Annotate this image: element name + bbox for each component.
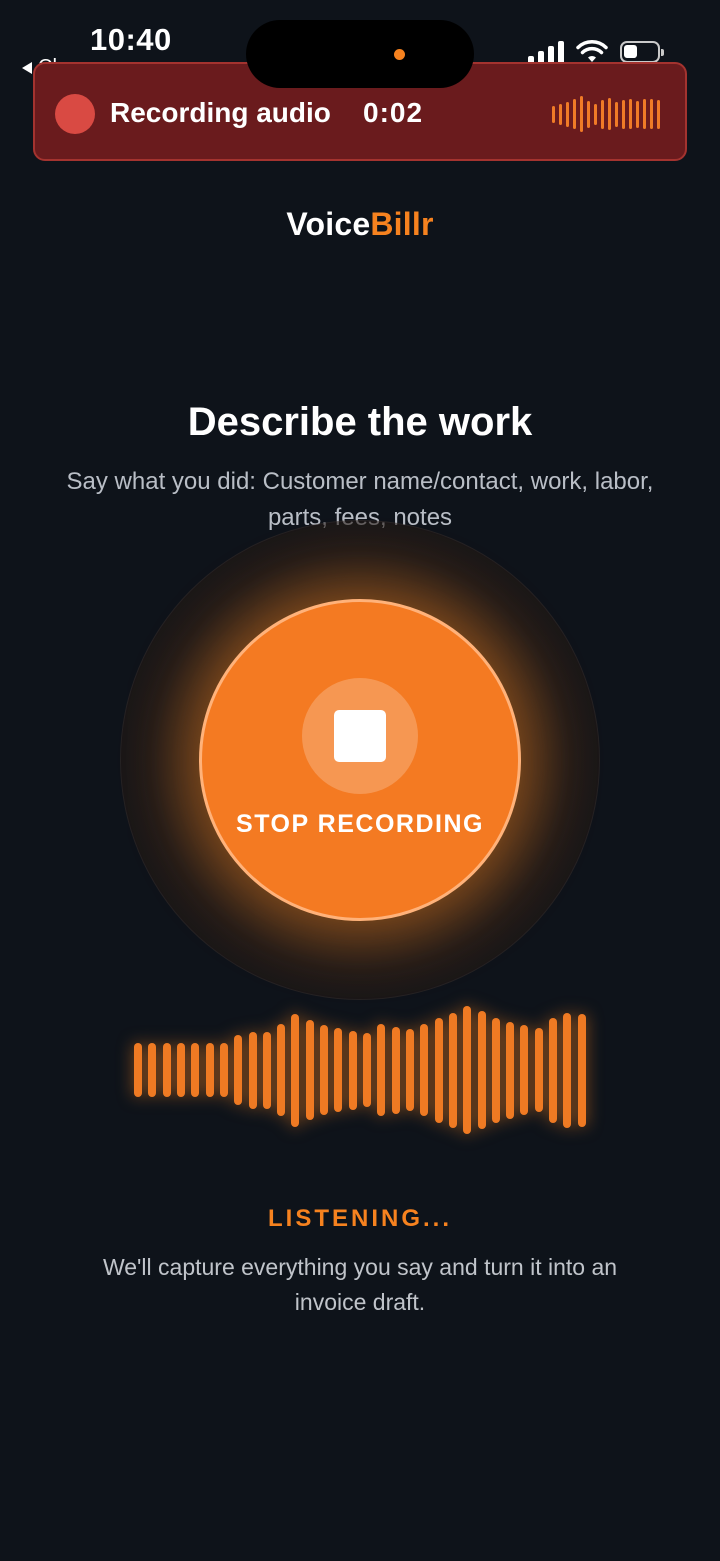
waveform-bar (477, 1011, 486, 1129)
dynamic-island (246, 20, 474, 88)
stop-recording-button[interactable]: STOP RECORDING (199, 599, 521, 921)
banner-waveform-bar (615, 101, 618, 127)
waveform-bar (434, 1017, 443, 1123)
waveform-bar (563, 1012, 572, 1128)
banner-waveform-bar (629, 99, 632, 129)
stop-recording-label: STOP RECORDING (236, 810, 484, 838)
waveform-bar (219, 1043, 228, 1097)
audio-waveform (134, 1000, 586, 1140)
waveform-bar (205, 1043, 214, 1097)
banner-waveform-bar (580, 96, 583, 132)
recording-label: Recording audio (110, 97, 331, 128)
status-icons (528, 40, 664, 64)
waveform-bar (363, 1033, 371, 1107)
waveform-bar (320, 1025, 329, 1115)
waveform-bar (277, 1024, 286, 1116)
waveform-bar (334, 1028, 343, 1112)
waveform-bar (348, 1030, 357, 1110)
waveform-bar (291, 1013, 300, 1127)
banner-waveform-bar (573, 99, 576, 129)
waveform-bar (148, 1043, 157, 1097)
banner-waveform-bar (608, 98, 611, 130)
battery-icon (620, 41, 664, 63)
waveform-bar (549, 1017, 558, 1123)
banner-waveform-bar (657, 99, 660, 129)
waveform-bar (248, 1031, 257, 1109)
brand-billr: Billr (370, 206, 434, 242)
waveform-bar (234, 1035, 243, 1105)
waveform-bar (577, 1013, 586, 1127)
banner-waveform-bar (566, 101, 569, 127)
waveform-bar (262, 1031, 271, 1109)
banner-waveform-bar (601, 99, 604, 129)
waveform-bar (162, 1043, 171, 1097)
listening-status: LISTENING... (267, 1205, 452, 1232)
stop-icon (334, 710, 386, 762)
page-title: Describe the work (187, 400, 533, 444)
back-arrow-icon (22, 61, 32, 74)
banner-waveform-bar (643, 99, 646, 129)
banner-waveform-bar (636, 100, 639, 128)
mic-active-indicator (394, 49, 405, 60)
waveform-bar (506, 1021, 515, 1119)
brand-logo: VoiceBillr (0, 206, 720, 243)
screen: 10:40 Chrome Recording audio 0:02 VoiceB… (0, 0, 720, 1561)
status-time: 10:40 (90, 22, 172, 57)
brand-voice: Voice (286, 206, 371, 242)
banner-waveform-bar (559, 103, 562, 125)
waveform-bar (420, 1024, 429, 1116)
waveform-bar (176, 1043, 185, 1097)
waveform-bar (134, 1043, 142, 1097)
waveform-bar (448, 1012, 457, 1128)
banner-waveform-bar (622, 99, 625, 129)
waveform-bar (491, 1017, 500, 1123)
capture-description: We'll capture everything you say and tur… (102, 1254, 618, 1315)
waveform-bar (520, 1025, 529, 1115)
waveform-bar (391, 1026, 400, 1114)
banner-waveform-bar (552, 105, 555, 123)
banner-waveform-bar (650, 99, 653, 129)
cellular-signal-icon (528, 40, 564, 64)
banner-waveform-bar (587, 100, 590, 128)
waveform-bar (405, 1029, 414, 1111)
banner-waveform-icon (552, 94, 660, 134)
stop-icon-container (302, 678, 418, 794)
waveform-bar (463, 1006, 472, 1134)
waveform-bar (377, 1024, 386, 1116)
recording-timer: 0:02 (363, 97, 424, 128)
banner-waveform-bar (594, 103, 597, 125)
waveform-bar (191, 1043, 200, 1097)
record-dot-icon (55, 94, 95, 134)
waveform-bar (305, 1020, 314, 1120)
waveform-bar (534, 1028, 543, 1112)
wifi-icon (576, 40, 608, 62)
